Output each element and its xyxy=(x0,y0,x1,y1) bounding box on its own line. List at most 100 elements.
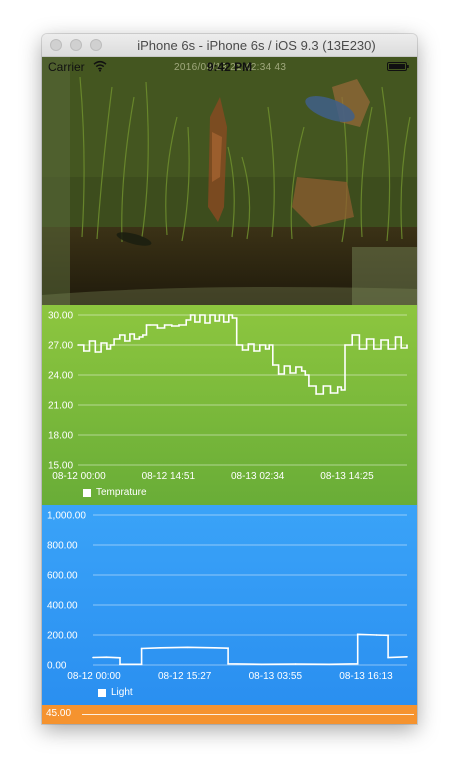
temperature-data-point xyxy=(145,324,148,326)
light-legend: Light xyxy=(98,687,133,698)
temperature-data-point xyxy=(308,385,310,387)
temperature-data-point xyxy=(100,342,102,344)
temperature-x-tick-label: 08-12 14:51 xyxy=(142,471,196,482)
temperature-data-point xyxy=(264,348,267,350)
third-chart-y-tick: 45.00 xyxy=(46,708,72,719)
temperature-y-tick-label: 27.00 xyxy=(48,341,73,352)
temperature-y-tick-label: 30.00 xyxy=(48,311,73,322)
aquarium-image xyxy=(42,57,417,305)
temperature-data-point xyxy=(204,322,206,324)
temperature-data-point xyxy=(214,320,216,322)
temperature-series-line xyxy=(78,314,408,395)
temperature-data-point xyxy=(253,350,255,352)
temperature-y-tick-label: 15.00 xyxy=(48,461,73,472)
temperature-x-tick-label: 08-13 02:34 xyxy=(231,471,285,482)
close-window-button[interactable] xyxy=(50,39,62,51)
ios-status-bar: Carrier 9:42 PM xyxy=(42,57,417,77)
temperature-data-point xyxy=(178,324,180,326)
temperature-data-point xyxy=(149,324,151,326)
temperature-data-point xyxy=(133,338,136,340)
light-data-point xyxy=(105,656,108,658)
temperature-chart[interactable]: 30.00 27.00 24.00 21.00 18.00 15.0008-12 00:0… xyxy=(42,305,417,505)
light-data-point xyxy=(140,663,143,666)
temperature-data-point xyxy=(373,348,375,350)
light-y-tick-label: 1,000.00 xyxy=(47,511,86,522)
temperature-data-point xyxy=(351,334,354,336)
light-data-point xyxy=(387,634,389,637)
light-data-point xyxy=(159,647,162,649)
third-chart-panel[interactable]: 45.00 xyxy=(42,705,417,724)
temperature-x-tick-label: 08-13 14:25 xyxy=(320,471,374,482)
light-y-tick-label: 800.00 xyxy=(47,541,78,552)
light-data-point xyxy=(294,663,297,665)
temperature-data-point xyxy=(106,348,108,350)
temperature-data-point xyxy=(94,351,97,353)
temperature-data-point xyxy=(119,334,121,336)
temperature-data-point xyxy=(400,347,403,349)
temperature-chart-panel[interactable]: 30.00 27.00 24.00 21.00 18.00 15.00 08-12 00:0… xyxy=(42,305,417,505)
temperature-data-point xyxy=(109,344,112,346)
temperature-data-point xyxy=(322,385,325,387)
temperature-data-point xyxy=(124,340,126,342)
temperature-data-point xyxy=(277,373,280,375)
temperature-data-point xyxy=(163,324,166,326)
temperature-data-point xyxy=(185,319,187,321)
camera-feed-image: 2016/08/13 21:42:34 43 Carrier 9:42 PM xyxy=(42,57,417,305)
light-data-point xyxy=(227,647,229,649)
temperature-x-tick-label: 08-12 00:00 xyxy=(52,471,106,482)
temperature-data-point xyxy=(289,372,291,374)
minimize-window-button[interactable] xyxy=(70,39,82,51)
temperature-data-point xyxy=(156,327,159,329)
window-title: iPhone 6s - iPhone 6s / iOS 9.3 (13E230) xyxy=(137,38,376,53)
temperature-y-tick-label: 21.00 xyxy=(48,401,73,412)
light-data-point xyxy=(213,647,216,649)
temperature-data-point xyxy=(142,334,144,336)
status-time: 9:42 PM xyxy=(206,60,253,74)
light-data-point xyxy=(261,663,263,666)
temperature-data-point xyxy=(268,344,270,346)
temperature-data-point xyxy=(138,336,141,338)
zoom-window-button[interactable] xyxy=(90,39,102,51)
temperature-data-point xyxy=(241,349,244,351)
temperature-data-point xyxy=(222,321,225,323)
temperature-data-point xyxy=(259,344,261,346)
temperature-data-point xyxy=(329,392,332,394)
temperature-data-point xyxy=(199,314,201,316)
temperature-legend-swatch xyxy=(83,488,91,497)
temperature-data-point xyxy=(77,344,79,346)
temperature-data-point xyxy=(380,339,382,341)
temperature-data-point xyxy=(358,348,361,350)
temperature-data-point xyxy=(113,338,115,340)
temperature-data-point xyxy=(228,314,230,316)
light-data-point xyxy=(375,634,378,636)
temperature-data-point xyxy=(365,338,368,340)
light-chart[interactable]: 1,000.00800.00600.00400.00200.000.0008-1… xyxy=(42,505,417,705)
temperature-data-point xyxy=(247,343,250,345)
light-data-point xyxy=(119,663,121,666)
temperature-data-point xyxy=(235,344,238,346)
temperature-data-point xyxy=(189,314,192,316)
temperature-data-point xyxy=(129,333,131,335)
window-titlebar[interactable]: iPhone 6s - iPhone 6s / iOS 9.3 (13E230) xyxy=(42,34,417,57)
light-chart-panel[interactable]: 1,000.00 800.00 600.00 400.00 200.00 0.00 08-1… xyxy=(42,505,417,705)
temperature-data-point xyxy=(406,344,408,346)
temperature-data-point xyxy=(171,325,173,327)
device-screen: 2016/08/13 21:42:34 43 Carrier 9:42 PM 3 xyxy=(42,57,417,724)
light-data-point xyxy=(406,656,408,658)
light-y-tick-label: 200.00 xyxy=(47,631,78,642)
temperature-y-tick-label: 24.00 xyxy=(48,371,73,382)
light-data-point xyxy=(356,633,359,636)
light-y-tick-label: 600.00 xyxy=(47,571,78,582)
temperature-data-point xyxy=(344,344,346,346)
temperature-legend: Temprature xyxy=(83,487,147,498)
temperature-data-point xyxy=(315,393,317,395)
light-x-tick-label: 08-12 00:00 xyxy=(67,671,121,682)
temperature-data-point xyxy=(304,374,307,376)
light-data-point xyxy=(92,656,94,659)
temperature-data-point xyxy=(272,364,274,366)
temperature-data-point xyxy=(340,389,343,391)
third-chart-gridline xyxy=(82,714,414,715)
temperature-data-point xyxy=(194,321,196,323)
temperature-legend-label: Temprature xyxy=(96,487,147,498)
light-data-point xyxy=(119,657,121,659)
